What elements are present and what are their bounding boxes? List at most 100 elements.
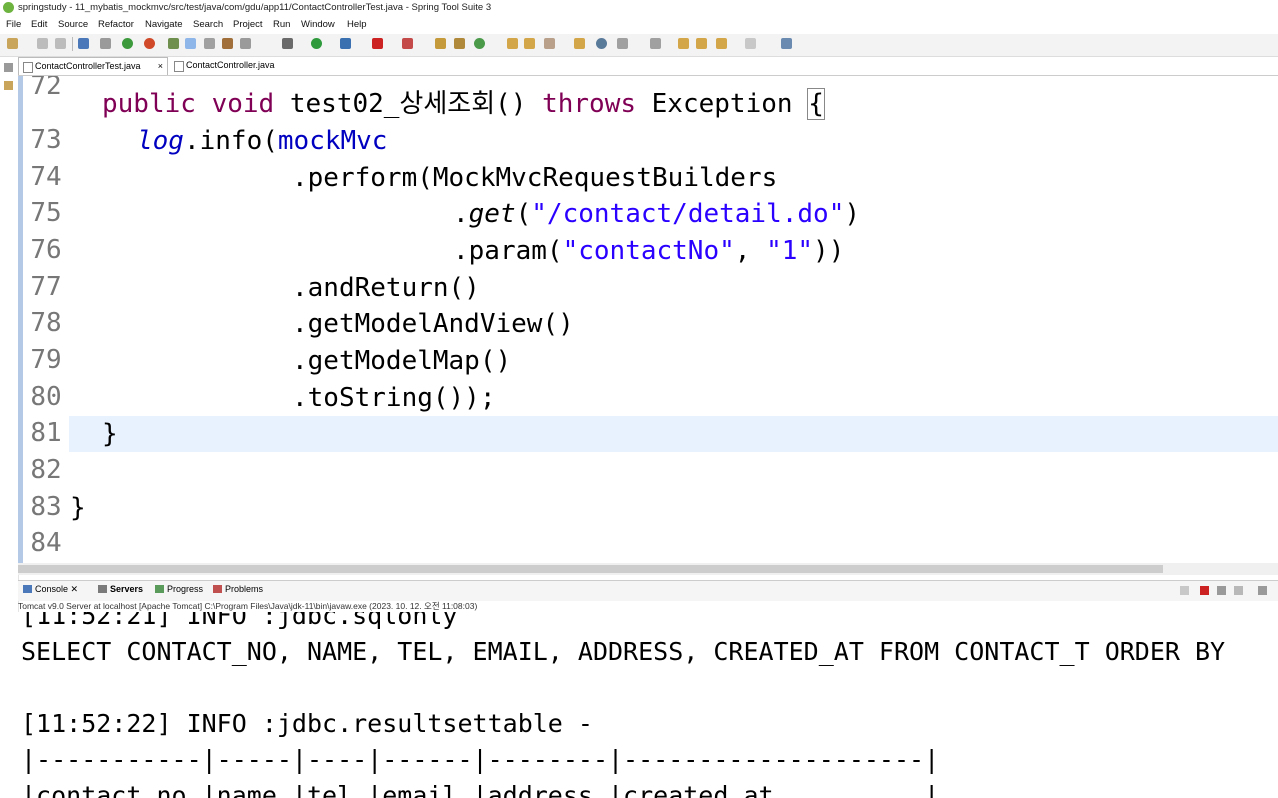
- servers-icon: [98, 585, 107, 593]
- string-literal: "1": [766, 236, 814, 266]
- code-line-77: .andReturn(): [292, 273, 480, 303]
- left-trim-stack: [0, 57, 19, 798]
- stop-icon[interactable]: [372, 38, 383, 49]
- keyword: throws: [542, 89, 636, 119]
- paren: ): [844, 199, 861, 229]
- console-output[interactable]: [11:52:21] INFO :jdbc.sqlonly SELECT CON…: [18, 612, 1278, 798]
- spring-logo-icon: [3, 2, 14, 13]
- tab-contactcontroller[interactable]: ContactController.java: [170, 57, 290, 74]
- pin-editor-icon[interactable]: [781, 38, 792, 49]
- progress-icon: [155, 585, 164, 593]
- code-line-83: }: [70, 493, 86, 523]
- code-line-72: public void test02_상세조회() throws Excepti…: [102, 86, 825, 122]
- menu-help[interactable]: Help: [347, 19, 367, 30]
- open-resource-icon[interactable]: [574, 38, 585, 49]
- string-literal: "/contact/detail.do": [531, 199, 845, 229]
- new-icon[interactable]: [7, 38, 18, 49]
- title-bar: springstudy - 11_mybatis_mockmvc/src/tes…: [0, 0, 1278, 16]
- code-line-80: .toString());: [292, 383, 496, 413]
- tab-contactcontrollertest[interactable]: ContactControllerTest.java ×: [18, 57, 168, 75]
- tab-problems[interactable]: Problems: [213, 584, 263, 594]
- remove-all-terminated-icon[interactable]: [1234, 586, 1243, 595]
- save-icon[interactable]: [37, 38, 48, 49]
- problems-icon: [213, 585, 222, 593]
- code-line-79: .getModelMap(): [292, 346, 512, 376]
- menu-file[interactable]: File: [6, 19, 21, 30]
- forward-icon[interactable]: [745, 38, 756, 49]
- tab-progress[interactable]: Progress: [155, 584, 203, 594]
- editor-horizontal-scrollbar[interactable]: [18, 563, 1278, 575]
- console-line: |-----------|-----|----|------|--------|…: [21, 745, 940, 774]
- start-server-icon[interactable]: [122, 38, 133, 49]
- static-method: get: [468, 199, 516, 229]
- menu-edit[interactable]: Edit: [31, 19, 47, 30]
- tab-label: ContactController.java: [186, 60, 275, 70]
- panel-tab-bar: Console ✕ Servers Progress Problems: [18, 580, 1278, 601]
- new-java-project-icon[interactable]: [435, 38, 446, 49]
- matching-bracket: {: [807, 88, 825, 120]
- console-line: [11:52:22] INFO :jdbc.resultsettable -: [21, 709, 593, 738]
- method-name: test02_상세조회(): [289, 89, 527, 119]
- debug-icon[interactable]: [282, 38, 293, 49]
- menu-window[interactable]: Window: [301, 19, 335, 30]
- last-edit-location-icon[interactable]: [678, 38, 689, 49]
- line-number: 79: [30, 345, 62, 375]
- open-type-icon[interactable]: [168, 38, 179, 49]
- show-whitespace-icon[interactable]: [240, 38, 251, 49]
- menu-source[interactable]: Source: [58, 19, 88, 30]
- code-line-76: .param("contactNo", "1")): [453, 233, 844, 269]
- close-tab-icon[interactable]: ×: [158, 61, 163, 71]
- open-task-icon[interactable]: [507, 38, 518, 49]
- menu-search[interactable]: Search: [193, 19, 223, 30]
- skip-breakpoints-icon[interactable]: [100, 38, 111, 49]
- line-number: 82: [30, 455, 62, 485]
- toggle-mark-occurrences-icon[interactable]: [185, 38, 196, 49]
- clear-console-icon[interactable]: [1180, 586, 1189, 595]
- tab-label: Servers: [110, 584, 144, 594]
- next-annotation-icon[interactable]: [617, 38, 628, 49]
- package-explorer-icon[interactable]: [4, 81, 13, 90]
- new-package-icon[interactable]: [454, 38, 465, 49]
- keyword: public: [102, 89, 196, 119]
- menu-run[interactable]: Run: [273, 19, 290, 30]
- terminal-icon[interactable]: [78, 38, 89, 49]
- restore-icon[interactable]: [4, 63, 13, 72]
- static-field: log: [137, 126, 184, 156]
- java-file-icon: [174, 61, 184, 72]
- terminate-icon[interactable]: [1200, 586, 1209, 595]
- line-number: 83: [30, 492, 62, 522]
- back-icon[interactable]: [716, 38, 727, 49]
- back-arrow-icon[interactable]: [696, 38, 707, 49]
- scrollbar-thumb[interactable]: [18, 565, 1163, 573]
- line-number-gutter: 72 73 74 75 76 77 78 79 80 81 82 83 84: [23, 76, 69, 564]
- menu-refactor[interactable]: Refactor: [98, 19, 134, 30]
- boot-dashboard-icon[interactable]: [144, 38, 155, 49]
- tab-console[interactable]: Console ✕: [23, 584, 78, 595]
- previous-annotation-icon[interactable]: [650, 38, 661, 49]
- code-line-78: .getModelAndView(): [292, 309, 574, 339]
- open-folder-icon[interactable]: [524, 38, 535, 49]
- separator: ,: [734, 236, 767, 266]
- new-class-icon[interactable]: [474, 38, 485, 49]
- tab-servers[interactable]: Servers: [98, 584, 143, 594]
- globe-icon[interactable]: [596, 38, 607, 49]
- code-editor[interactable]: 72 73 74 75 76 77 78 79 80 81 82 83 84 p…: [18, 76, 1278, 564]
- main-toolbar: [0, 34, 1278, 57]
- remove-launch-icon[interactable]: [1217, 586, 1226, 595]
- menu-navigate[interactable]: Navigate: [145, 19, 183, 30]
- save-all-icon[interactable]: [55, 38, 66, 49]
- line-number: 80: [30, 382, 62, 412]
- method-call: .param(: [453, 236, 563, 266]
- close-tab-icon[interactable]: ✕: [71, 584, 79, 594]
- run-icon[interactable]: [311, 38, 322, 49]
- coverage-icon[interactable]: [340, 38, 351, 49]
- menu-project[interactable]: Project: [233, 19, 263, 30]
- search-icon[interactable]: [544, 38, 555, 49]
- console-line: SELECT CONTACT_NO, NAME, TEL, EMAIL, ADD…: [21, 637, 1226, 666]
- block-selection-icon[interactable]: [222, 38, 233, 49]
- scroll-lock-icon[interactable]: [1258, 586, 1267, 595]
- word-wrap-icon[interactable]: [204, 38, 215, 49]
- external-tools-icon[interactable]: [402, 38, 413, 49]
- console-icon: [23, 585, 32, 593]
- toolbar-separator: [72, 37, 73, 51]
